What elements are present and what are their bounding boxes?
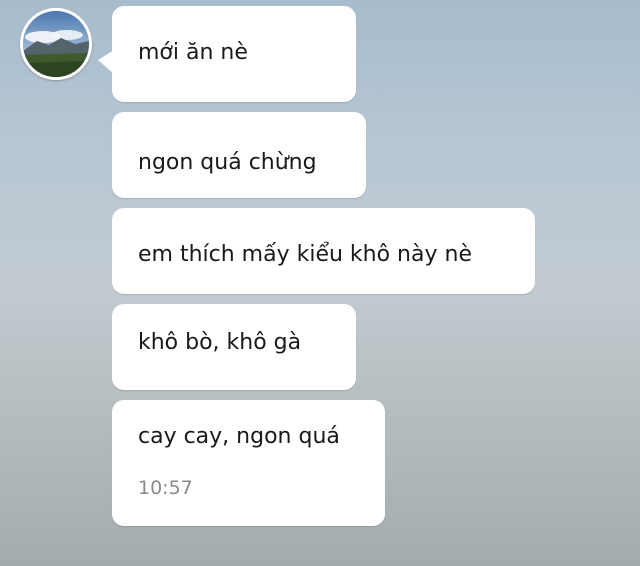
message-bubble[interactable]: cay cay, ngon quá 10:57 <box>112 400 385 526</box>
message-text: em thích mấy kiểu khô này nè <box>138 242 472 267</box>
message-text: cay cay, ngon quá <box>138 424 340 449</box>
bubble-tail <box>98 50 114 74</box>
avatar-landscape-image <box>23 11 89 77</box>
avatar[interactable] <box>20 8 92 80</box>
message-timestamp: 10:57 <box>138 477 193 499</box>
message-text: ngon quá chừng <box>138 150 317 175</box>
message-bubble[interactable]: khô bò, khô gà <box>112 304 356 390</box>
message-bubble[interactable]: ngon quá chừng <box>112 112 366 198</box>
message-text: mới ăn nè <box>138 40 248 65</box>
message-bubble[interactable]: em thích mấy kiểu khô này nè <box>112 208 535 294</box>
chat-thread: mới ăn nè ngon quá chừng em thích mấy ki… <box>0 0 640 566</box>
message-text: khô bò, khô gà <box>138 330 302 355</box>
message-bubble[interactable]: mới ăn nè <box>98 6 356 102</box>
